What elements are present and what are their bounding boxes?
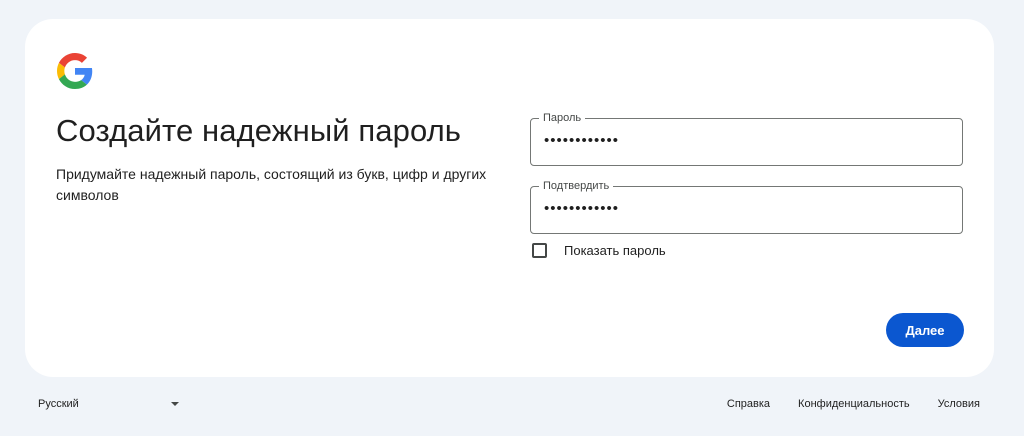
footer: Русский Справка Конфиденциальность Услов… (0, 392, 1024, 416)
page-subtitle: Придумайте надежный пароль, состоящий из… (56, 166, 487, 203)
language-selector[interactable]: Русский (38, 398, 188, 410)
privacy-link[interactable]: Конфиденциальность (798, 398, 910, 410)
password-value: •••••••••••• (544, 132, 620, 149)
help-link[interactable]: Справка (727, 398, 770, 410)
google-g-icon (57, 53, 93, 89)
next-button[interactable]: Далее (886, 313, 964, 347)
signup-card: Создайте надежный пароль Придумайте наде… (25, 19, 994, 377)
confirm-password-value: •••••••••••• (544, 200, 620, 217)
language-label: Русский (38, 398, 79, 410)
password-label: Пароль (539, 111, 586, 125)
show-password-checkbox[interactable] (532, 243, 547, 258)
footer-links: Справка Конфиденциальность Условия (699, 398, 980, 410)
terms-link[interactable]: Условия (938, 398, 980, 410)
confirm-password-label: Подтвердить (539, 179, 614, 193)
show-password-label: Показать пароль (564, 243, 666, 258)
show-password-toggle[interactable]: Показать пароль (532, 243, 666, 258)
caret-down-icon (171, 402, 179, 406)
page-title: Создайте надежный пароль (56, 113, 462, 148)
password-field[interactable]: Пароль •••••••••••• (530, 111, 963, 166)
confirm-password-field[interactable]: Подтвердить •••••••••••• (530, 179, 963, 234)
